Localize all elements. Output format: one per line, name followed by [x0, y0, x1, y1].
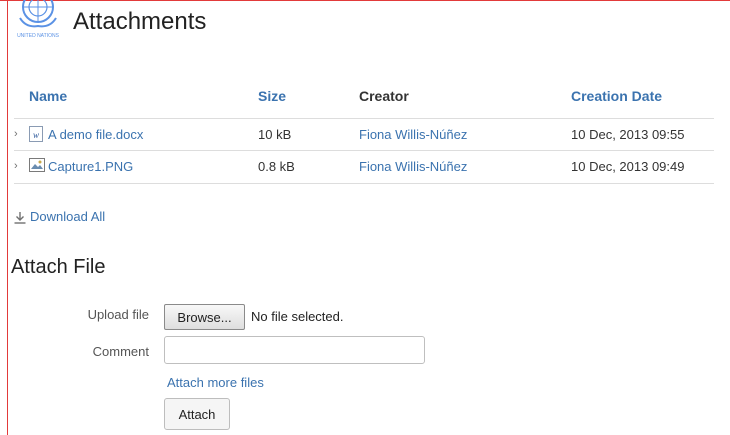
frame-left-border: [7, 0, 8, 435]
image-file-icon: [29, 158, 45, 172]
page-title: Attachments: [73, 8, 207, 35]
frame-top-border: [0, 0, 730, 1]
creator-link[interactable]: Fiona Willis-Núñez: [359, 159, 467, 174]
table-row: › w A demo file.docx 10 kB Fiona Willis-…: [14, 118, 714, 151]
logo-text: UNITED NATIONS: [17, 33, 60, 39]
attach-button[interactable]: Attach: [164, 398, 230, 430]
table-row: › Capture1.PNG 0.8 kB Fiona Willis-Núñez…: [14, 150, 714, 184]
svg-text:w: w: [33, 130, 39, 140]
download-all-link[interactable]: Download All: [14, 209, 105, 224]
expand-chevron-icon[interactable]: ›: [14, 128, 18, 140]
attachment-size: 10 kB: [258, 127, 292, 142]
un-logo: UNITED NATIONS: [17, 0, 60, 39]
column-header-creator: Creator: [359, 88, 409, 104]
creation-date: 10 Dec, 2013 09:49: [571, 159, 685, 174]
column-header-size[interactable]: Size: [258, 88, 286, 104]
creation-date: 10 Dec, 2013 09:55: [571, 127, 685, 142]
creator-link[interactable]: Fiona Willis-Núñez: [359, 127, 467, 142]
no-file-selected-text: No file selected.: [251, 309, 344, 324]
attach-more-files-link[interactable]: Attach more files: [167, 375, 264, 390]
column-header-creation-date[interactable]: Creation Date: [571, 88, 662, 104]
attachment-name-link[interactable]: Capture1.PNG: [48, 159, 133, 174]
download-icon: [14, 211, 26, 224]
download-all-label: Download All: [30, 209, 106, 224]
expand-chevron-icon[interactable]: ›: [14, 160, 18, 172]
word-file-icon: w: [29, 126, 43, 142]
comment-input[interactable]: [164, 336, 425, 364]
attachment-size: 0.8 kB: [258, 159, 295, 174]
column-header-name[interactable]: Name: [29, 88, 67, 104]
attachment-name-link[interactable]: A demo file.docx: [48, 127, 143, 142]
upload-file-label: Upload file: [87, 307, 149, 322]
comment-label: Comment: [92, 344, 149, 359]
browse-button[interactable]: Browse...: [164, 304, 245, 330]
attach-file-heading: Attach File: [11, 256, 106, 278]
